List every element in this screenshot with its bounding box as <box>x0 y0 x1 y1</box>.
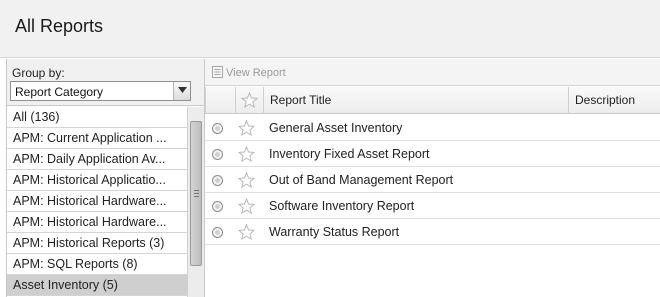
category-item[interactable]: APM: SQL Reports (8) <box>7 254 187 275</box>
view-report-label: View Report <box>226 67 286 79</box>
star-icon[interactable] <box>238 120 255 136</box>
page-title: All Reports <box>15 16 104 36</box>
table-row[interactable]: Inventory Fixed Asset Report <box>205 141 660 167</box>
table-row[interactable]: Software Inventory Report <box>205 193 660 219</box>
group-by-box: Group by: Report Category <box>7 59 204 106</box>
radio-icon[interactable] <box>212 201 223 212</box>
category-panel: Group by: Report Category All (136) APM:… <box>6 59 205 297</box>
report-title[interactable]: Out of Band Management Report <box>269 173 453 187</box>
category-item[interactable]: All (136) <box>7 107 187 128</box>
star-icon[interactable] <box>238 172 255 188</box>
category-item-selected[interactable]: Asset Inventory (5) <box>7 275 187 296</box>
report-title[interactable]: Inventory Fixed Asset Report <box>269 147 430 161</box>
star-icon[interactable] <box>238 146 255 162</box>
column-favorite[interactable] <box>235 87 263 114</box>
radio-icon[interactable] <box>212 175 223 186</box>
report-icon <box>212 66 223 78</box>
table-header: Report Title Description <box>205 87 660 114</box>
report-title[interactable]: Warranty Status Report <box>269 225 399 239</box>
radio-icon[interactable] <box>212 123 223 134</box>
report-title[interactable]: General Asset Inventory <box>269 121 402 135</box>
scrollbar-thumb[interactable] <box>190 121 202 266</box>
star-icon[interactable] <box>238 224 255 240</box>
category-item[interactable]: APM: Historical Reports (3) <box>7 233 187 254</box>
toolbar: View Report <box>205 59 660 86</box>
reports-panel: View Report Report Title Description Gen… <box>205 59 660 297</box>
group-by-label: Group by: <box>12 66 65 80</box>
chevron-down-icon[interactable] <box>173 82 190 100</box>
star-icon[interactable] <box>238 198 255 214</box>
category-list: All (136) APM: Current Application ... A… <box>7 107 187 297</box>
column-report-title[interactable]: Report Title <box>263 87 568 114</box>
category-item[interactable]: APM: Historical Hardware... <box>7 191 187 212</box>
group-by-select[interactable]: Report Category <box>10 81 191 101</box>
grip-icon <box>194 190 199 197</box>
radio-icon[interactable] <box>212 227 223 238</box>
column-select[interactable] <box>205 87 235 114</box>
view-report-button[interactable]: View Report <box>212 66 286 79</box>
column-description[interactable]: Description <box>568 87 660 114</box>
group-by-value: Report Category <box>15 85 104 99</box>
category-item[interactable]: APM: Current Application ... <box>7 128 187 149</box>
category-item[interactable]: APM: Historical Hardware... <box>7 212 187 233</box>
report-table: General Asset Inventory Inventory Fixed … <box>205 115 660 245</box>
star-icon <box>241 92 258 108</box>
category-scrollbar[interactable] <box>187 107 204 297</box>
category-item[interactable]: APM: Historical Applicatio... <box>7 170 187 191</box>
table-row[interactable]: General Asset Inventory <box>205 115 660 141</box>
report-title[interactable]: Software Inventory Report <box>269 199 414 213</box>
radio-icon[interactable] <box>212 149 223 160</box>
page-header: All Reports <box>0 0 660 58</box>
table-row[interactable]: Out of Band Management Report <box>205 167 660 193</box>
table-row[interactable]: Warranty Status Report <box>205 219 660 245</box>
category-item[interactable]: APM: Daily Application Av... <box>7 149 187 170</box>
